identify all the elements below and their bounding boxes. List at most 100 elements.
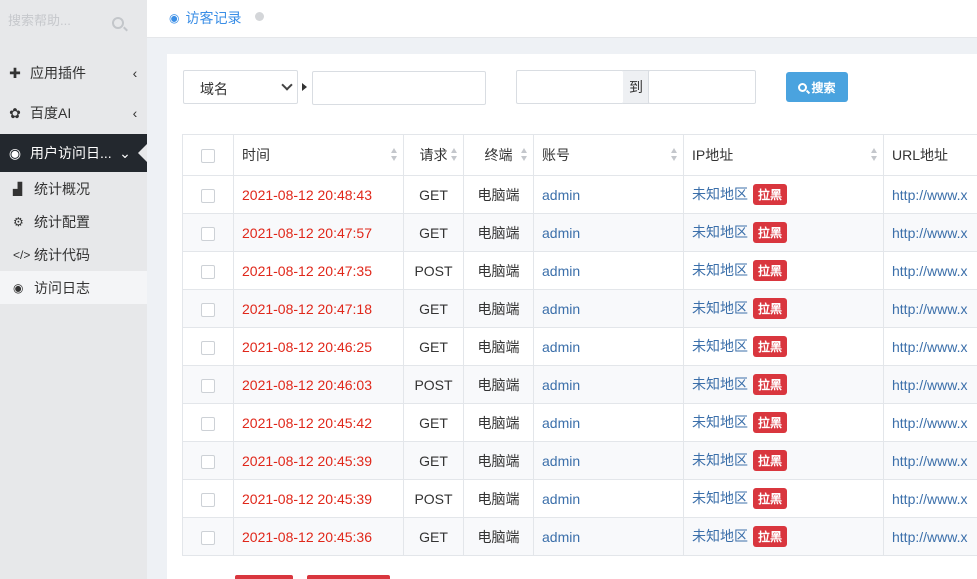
url-link[interactable]: http://www.x (892, 225, 967, 241)
row-checkbox[interactable] (201, 378, 215, 393)
sort-icon[interactable] (391, 148, 398, 163)
url-link[interactable]: http://www.x (892, 377, 967, 393)
column-header-ip[interactable]: IP地址 (683, 134, 884, 176)
blacklist-button[interactable]: 拉黑 (753, 336, 788, 358)
column-header-url[interactable]: URL地址 (883, 134, 977, 176)
blacklist-button[interactable]: 拉黑 (753, 260, 788, 282)
paw-icon: ✿ (9, 104, 21, 121)
blacklist-button[interactable]: 拉黑 (753, 374, 788, 396)
ip-location-link[interactable]: 未知地区 (692, 224, 748, 240)
row-select-cell (182, 403, 234, 442)
account-link[interactable]: admin (542, 377, 580, 393)
url-link[interactable]: http://www.x (892, 301, 967, 317)
column-header-time[interactable]: 时间 (233, 134, 404, 176)
search-icon[interactable] (112, 17, 124, 29)
account-link[interactable]: admin (542, 225, 580, 241)
url-link[interactable]: http://www.x (892, 187, 967, 203)
blacklist-button[interactable]: 拉黑 (753, 412, 788, 434)
tab-close-dot[interactable] (255, 12, 264, 21)
sidebar-subitem-overview[interactable]: ▟ 统计概况 (0, 172, 147, 205)
blacklist-button[interactable]: 拉黑 (753, 526, 788, 548)
column-header-account[interactable]: 账号 (533, 134, 684, 176)
account-link[interactable]: admin (542, 187, 580, 203)
ip-location-link[interactable]: 未知地区 (692, 338, 748, 354)
table-row: 2021-08-12 20:45:36 GET 电脑端 admin 未知地区 拉黑 http… (182, 517, 977, 556)
url-link[interactable]: http://www.x (892, 529, 967, 545)
table-row: 2021-08-12 20:47:57 GET 电脑端 admin 未知地区 拉黑 http… (182, 213, 977, 252)
row-checkbox[interactable] (201, 188, 215, 203)
account-link[interactable]: admin (542, 491, 580, 507)
footer-action-button[interactable] (307, 575, 390, 579)
row-checkbox[interactable] (201, 340, 215, 355)
account-link[interactable]: admin (542, 453, 580, 469)
tab-visitor-records[interactable]: ◉ 访客记录 (169, 8, 241, 28)
row-select-cell (182, 251, 234, 290)
sort-icon[interactable] (451, 148, 458, 163)
sidebar-subitem-label: 访问日志 (34, 279, 90, 296)
sidebar-subitem-label: 统计配置 (34, 213, 90, 230)
keyword-input[interactable] (312, 71, 486, 105)
row-checkbox[interactable] (201, 226, 215, 241)
ip-location-link[interactable]: 未知地区 (692, 414, 748, 430)
sidebar-item-baidu-ai[interactable]: ✿ 百度AI ‹ (0, 94, 147, 132)
account-link[interactable]: admin (542, 415, 580, 431)
select-all-checkbox[interactable] (201, 149, 215, 164)
cell-ip: 未知地区 拉黑 (683, 479, 884, 518)
sidebar-item-visit-log[interactable]: ◉ 用户访问日... ⌄ (0, 134, 147, 172)
row-checkbox[interactable] (201, 454, 215, 469)
blacklist-button[interactable]: 拉黑 (753, 298, 788, 320)
sort-icon[interactable] (521, 148, 528, 163)
chevron-down-icon: ⌄ (119, 144, 131, 161)
date-start-input[interactable] (516, 70, 624, 104)
row-checkbox[interactable] (201, 264, 215, 279)
url-link[interactable]: http://www.x (892, 491, 967, 507)
row-checkbox[interactable] (201, 530, 215, 545)
chevron-down-icon (281, 79, 293, 91)
ip-location-link[interactable]: 未知地区 (692, 376, 748, 392)
sidebar-item-plugins[interactable]: ✚ 应用插件 ‹ (0, 54, 147, 92)
row-checkbox[interactable] (201, 302, 215, 317)
sort-icon[interactable] (671, 148, 678, 163)
field-select[interactable]: 域名 (183, 70, 298, 104)
blacklist-button[interactable]: 拉黑 (753, 184, 788, 206)
cell-url: http://www.x (883, 175, 977, 214)
column-header-method[interactable]: 请求 (403, 134, 464, 176)
account-link[interactable]: admin (542, 263, 580, 279)
column-header-terminal[interactable]: 终端 (463, 134, 534, 176)
blacklist-button[interactable]: 拉黑 (753, 450, 788, 472)
sidebar-search-input[interactable]: 搜索帮助... (8, 10, 71, 29)
blacklist-button[interactable]: 拉黑 (753, 488, 788, 510)
cell-ip: 未知地区 拉黑 (683, 441, 884, 480)
sidebar-subitem-config[interactable]: ⚙ 统计配置 (0, 205, 147, 238)
code-icon: </> (13, 247, 31, 262)
url-link[interactable]: http://www.x (892, 263, 967, 279)
cell-method: POST (403, 365, 464, 404)
cell-url: http://www.x (883, 517, 977, 556)
sort-icon[interactable] (871, 148, 878, 163)
date-end-input[interactable] (648, 70, 756, 104)
account-link[interactable]: admin (542, 339, 580, 355)
url-link[interactable]: http://www.x (892, 453, 967, 469)
row-checkbox[interactable] (201, 416, 215, 431)
ip-location-link[interactable]: 未知地区 (692, 300, 748, 316)
sidebar-subitem-access-log[interactable]: ◉ 访问日志 (0, 271, 147, 304)
row-select-cell (182, 479, 234, 518)
cell-time: 2021-08-12 20:45:39 (233, 441, 404, 480)
row-checkbox[interactable] (201, 492, 215, 507)
sidebar-subitem-code[interactable]: </> 统计代码 (0, 238, 147, 271)
ip-location-link[interactable]: 未知地区 (692, 262, 748, 278)
ip-location-link[interactable]: 未知地区 (692, 452, 748, 468)
footer-action-button[interactable] (235, 575, 293, 579)
ip-location-link[interactable]: 未知地区 (692, 490, 748, 506)
search-button[interactable]: 搜索 (786, 72, 848, 102)
ip-location-link[interactable]: 未知地区 (692, 528, 748, 544)
cell-account: admin (533, 365, 684, 404)
account-link[interactable]: admin (542, 529, 580, 545)
url-link[interactable]: http://www.x (892, 415, 967, 431)
account-link[interactable]: admin (542, 301, 580, 317)
ip-location-link[interactable]: 未知地区 (692, 186, 748, 202)
url-link[interactable]: http://www.x (892, 339, 967, 355)
time-text: 2021-08-12 20:47:18 (242, 300, 372, 317)
time-text: 2021-08-12 20:45:39 (242, 452, 372, 469)
blacklist-button[interactable]: 拉黑 (753, 222, 788, 244)
